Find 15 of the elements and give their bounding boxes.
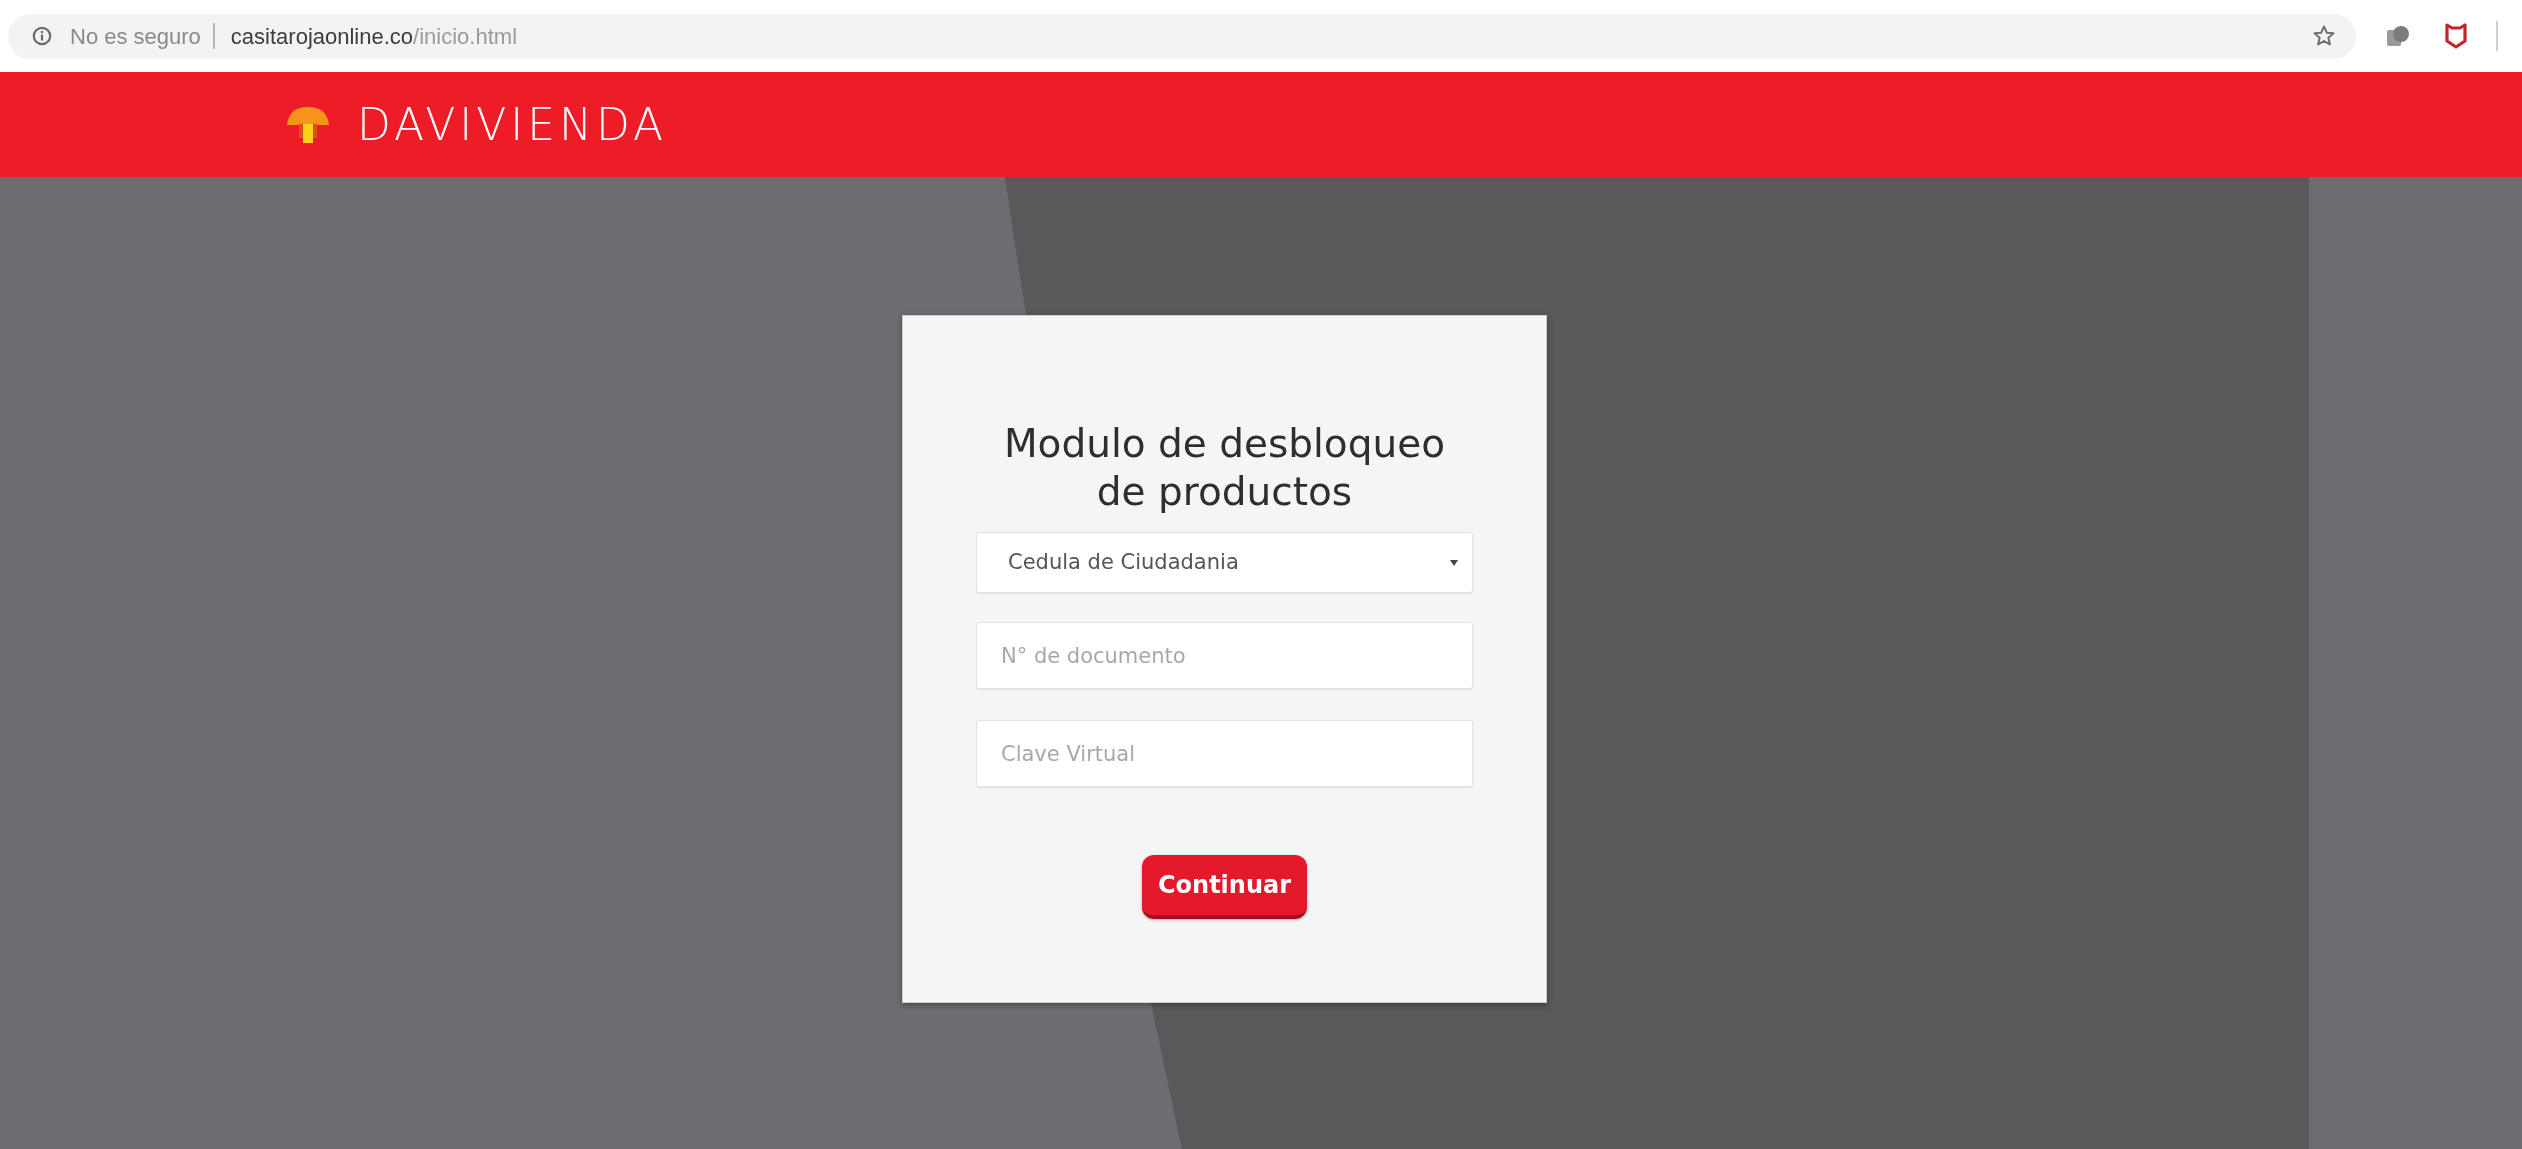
- security-label: No es seguro: [70, 22, 201, 51]
- document-type-select[interactable]: Cedula de Ciudadania: [976, 532, 1473, 593]
- caret-icon: [1450, 559, 1458, 566]
- input-field[interactable]: Clave Virtual: [976, 720, 1473, 787]
- shield-icon[interactable]: [2444, 23, 2468, 49]
- url-text: casitarojaonline.co/inicio.html: [230, 22, 517, 51]
- info-icon[interactable]: [32, 26, 52, 46]
- extension-icon[interactable]: [2386, 25, 2410, 47]
- continue-button[interactable]: Continuar: [1142, 855, 1307, 919]
- input-field[interactable]: N° de documento: [976, 622, 1473, 689]
- form-title: Modulo de desbloqueo de productos: [1002, 420, 1447, 516]
- star-icon[interactable]: [2312, 24, 2336, 48]
- address-bar[interactable]: No es seguro casitarojaonline.co/inicio.html: [8, 13, 2356, 59]
- logo-text: DAVIVIENDA: [357, 102, 668, 147]
- mushroom-icon: [285, 104, 331, 145]
